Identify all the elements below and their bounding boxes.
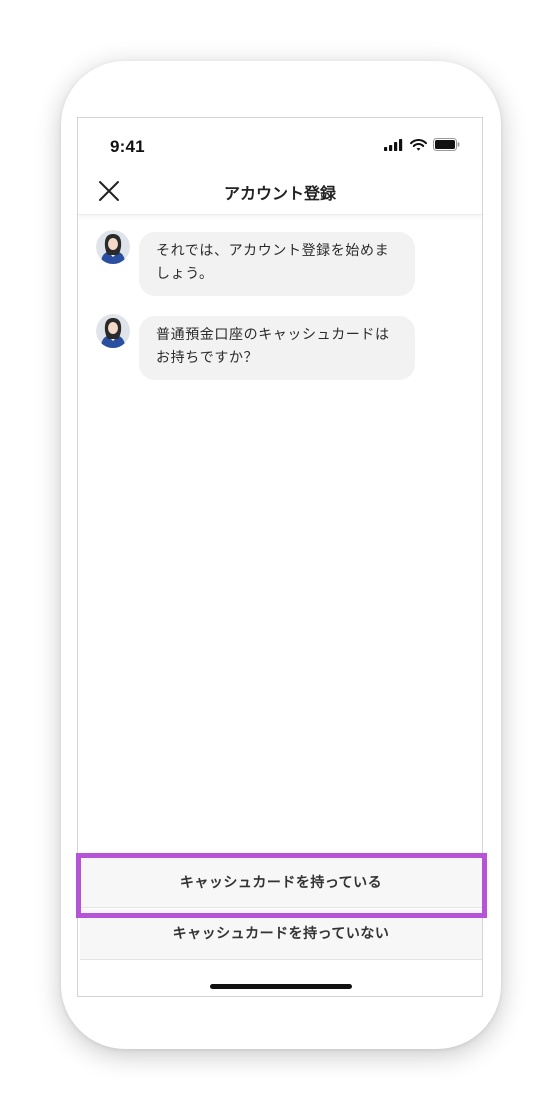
home-indicator [210, 984, 352, 989]
wifi-icon [410, 138, 427, 151]
message-line: それでは、アカウント登録を始めま [156, 243, 390, 259]
message-line: 普通預金口座のキャッシュカードは [156, 327, 390, 343]
status-bar: 9:41 [78, 118, 482, 168]
page-title: アカウント登録 [223, 184, 336, 203]
operator-avatar [96, 314, 130, 348]
has-card-button[interactable]: キャッシュカードを持っている [80, 856, 482, 908]
battery-icon [433, 138, 460, 151]
signal-icon [384, 138, 403, 151]
app-screen: 9:41 アカウント登録 それでは、アカウント登録を始めま しょう。 普通預金口… [77, 117, 483, 997]
no-card-button[interactable]: キャッシュカードを持っていない [80, 909, 482, 960]
app-header: アカウント登録 [78, 168, 482, 215]
chat-message: それでは、アカウント登録を始めま しょう。 [96, 230, 415, 296]
message-bubble: それでは、アカウント登録を始めま しょう。 [139, 232, 415, 296]
chat-message: 普通預金口座のキャッシュカードは お持ちですか？ [96, 314, 415, 380]
message-bubble: 普通預金口座のキャッシュカードは お持ちですか？ [139, 316, 415, 380]
message-line: しょう。 [156, 266, 214, 282]
status-time: 9:41 [110, 137, 145, 156]
status-icons [384, 138, 460, 151]
operator-avatar [96, 230, 130, 264]
message-line: お持ちですか？ [156, 350, 259, 366]
